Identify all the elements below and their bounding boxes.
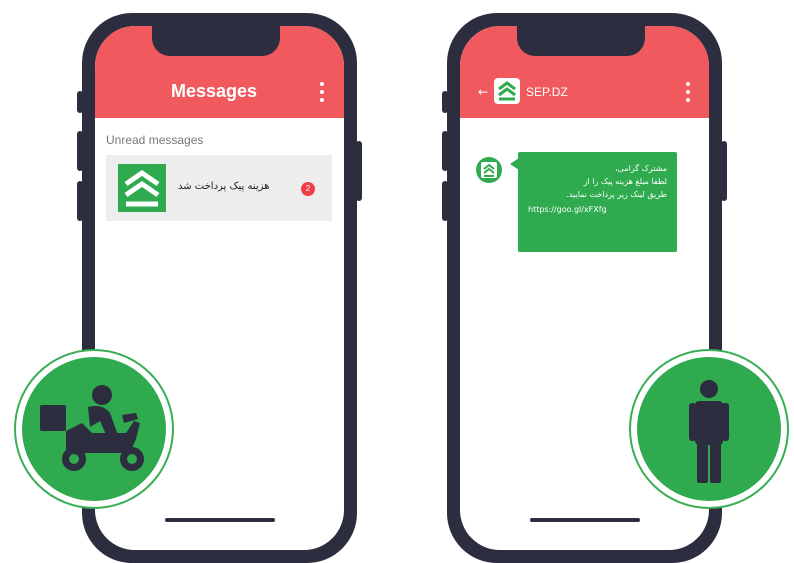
sender-avatar bbox=[476, 157, 502, 183]
message-preview: هزینه پیک پرداخت شد bbox=[178, 181, 270, 192]
side-button bbox=[442, 91, 448, 113]
bubble-line: طریق لینک زیر پرداخت نمایید. bbox=[566, 190, 667, 199]
payment-link[interactable]: https://goo.gl/xFXfg bbox=[528, 203, 667, 216]
courier-badge-fill bbox=[22, 357, 166, 501]
unread-count-badge: 2 bbox=[301, 182, 315, 196]
message-bubble: مشترک گرامی، لطفا مبلغ هزینه پیک را از ط… bbox=[518, 152, 677, 252]
chevron-logo-icon bbox=[494, 78, 520, 104]
page-title: Messages bbox=[171, 81, 258, 101]
kebab-menu-icon[interactable] bbox=[686, 82, 690, 106]
side-button bbox=[77, 181, 83, 221]
side-button bbox=[442, 131, 448, 171]
side-button bbox=[442, 181, 448, 221]
customer-badge-fill bbox=[637, 357, 781, 501]
notch bbox=[517, 26, 645, 56]
chevron-logo-icon bbox=[118, 164, 166, 212]
delivery-scooter-icon bbox=[40, 385, 144, 471]
power-button bbox=[721, 141, 727, 201]
home-indicator bbox=[530, 518, 640, 522]
notch bbox=[152, 26, 280, 56]
list-item[interactable]: هزینه پیک پرداخت شد 2 bbox=[106, 155, 332, 221]
side-button bbox=[77, 131, 83, 171]
side-button bbox=[77, 91, 83, 113]
sender-name: SEP.DZ bbox=[526, 85, 568, 99]
section-label-unread: Unread messages bbox=[106, 133, 204, 147]
person-icon bbox=[689, 380, 729, 483]
bubble-line: مشترک گرامی، bbox=[615, 164, 667, 173]
home-indicator bbox=[165, 518, 275, 522]
bubble-line: لطفا مبلغ هزینه پیک را از bbox=[583, 177, 667, 186]
back-arrow-icon[interactable]: ← bbox=[478, 86, 488, 98]
kebab-menu-icon[interactable] bbox=[320, 82, 324, 106]
power-button bbox=[356, 141, 362, 201]
